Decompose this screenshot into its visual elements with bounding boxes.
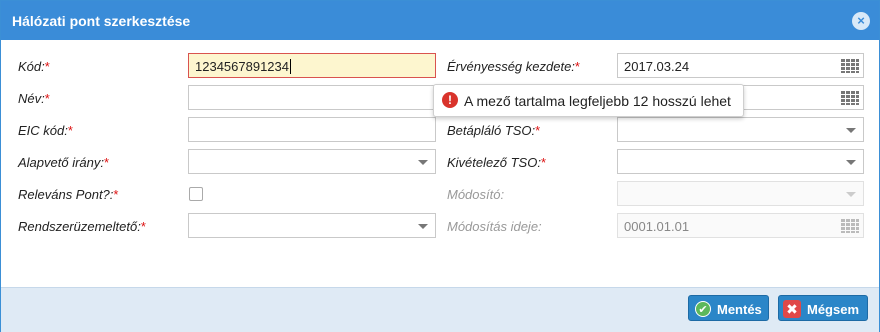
nev-input[interactable] (188, 85, 436, 110)
cross-icon: ✖ (783, 300, 801, 318)
check-icon: ✔ (695, 301, 711, 317)
chevron-down-icon (846, 160, 856, 165)
kivetelezo-select[interactable] (617, 149, 864, 174)
eic-input[interactable] (188, 117, 436, 142)
ervenyesseg-date-input[interactable]: 2017.03.24 (617, 53, 864, 78)
betaplalo-label: Betápláló TSO:* (447, 123, 541, 138)
error-icon: ! (442, 92, 458, 108)
validation-tooltip: ! A mező tartalma legfeljebb 12 hosszú l… (433, 84, 744, 117)
dialog-title: Hálózati pont szerkesztése (12, 13, 191, 29)
rendszer-label: Rendszerüzemeltető:* (18, 219, 146, 234)
calendar-icon (841, 219, 859, 233)
modositas-ideje-label: Módosítás ideje: (447, 219, 542, 234)
chevron-down-icon (418, 224, 428, 229)
modositas-ideje-input: 0001.01.01 (617, 213, 864, 238)
nev-label: Név:* (18, 91, 50, 106)
relevans-checkbox[interactable] (189, 187, 203, 201)
irany-select[interactable] (188, 149, 436, 174)
validation-message: A mező tartalma legfeljebb 12 hosszú leh… (464, 93, 731, 109)
rendszer-select[interactable] (188, 213, 436, 238)
kod-label: Kód:* (18, 59, 50, 74)
edit-network-point-dialog: Hálózati pont szerkesztése × Kód:* 12345… (0, 0, 880, 332)
save-button[interactable]: ✔ Mentés (688, 295, 769, 321)
ervenyesseg-label: Érvényesség kezdete:* (447, 59, 580, 74)
modosito-label: Módosító: (447, 187, 505, 202)
betaplalo-select[interactable] (617, 117, 864, 142)
cancel-button[interactable]: ✖ Mégsem (778, 295, 868, 321)
dialog-body: Kód:* 1234567891234 Név:* EIC kód:* Alap… (1, 40, 879, 287)
chevron-down-icon (846, 192, 856, 197)
kivetelezo-label: Kivételező TSO:* (447, 155, 546, 170)
eic-label: EIC kód:* (18, 123, 73, 138)
chevron-down-icon (846, 128, 856, 133)
calendar-icon[interactable] (841, 91, 859, 105)
irany-label: Alapvető irány:* (18, 155, 110, 170)
cancel-button-label: Mégsem (807, 302, 860, 317)
dialog-titlebar: Hálózati pont szerkesztése × (1, 1, 879, 40)
chevron-down-icon (418, 160, 428, 165)
modosito-select (617, 181, 864, 206)
save-button-label: Mentés (717, 302, 762, 317)
close-icon[interactable]: × (852, 12, 870, 30)
relevans-label: Releváns Pont?:* (18, 187, 119, 202)
kod-input[interactable]: 1234567891234 (188, 53, 436, 78)
dialog-footer: ✔ Mentés ✖ Mégsem (1, 287, 879, 332)
calendar-icon[interactable] (841, 59, 859, 73)
